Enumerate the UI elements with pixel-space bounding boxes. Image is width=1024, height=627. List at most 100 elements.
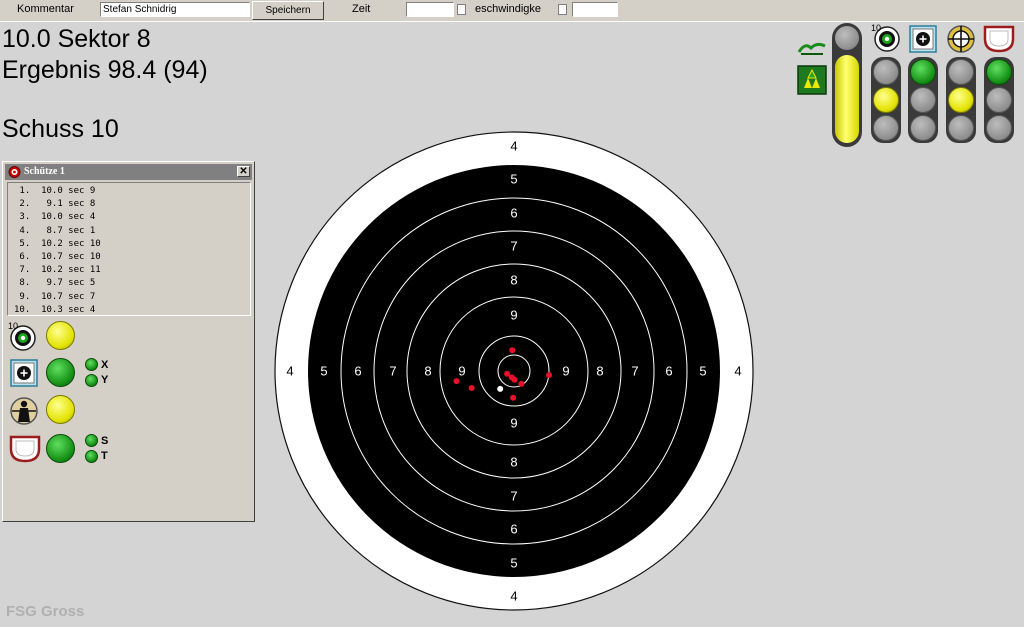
ring-label-9-bottom: 9 — [510, 416, 517, 431]
list-item: 3. 10.0 sec 4 — [14, 212, 96, 223]
shot-hole — [453, 378, 460, 385]
center-lamp — [46, 358, 75, 387]
ring10-lamp — [46, 321, 75, 350]
result-total: Ergebnis 98.4 (94) — [2, 56, 208, 84]
center-target-icon[interactable] — [10, 359, 38, 387]
ring10-light-bottom — [873, 115, 899, 141]
list-item: 4. 8.7 sec 1 — [14, 225, 96, 236]
shield-light-top — [986, 59, 1012, 85]
x-lamp — [85, 358, 98, 371]
ring-label-7-top: 7 — [510, 239, 517, 254]
list-item: 9. 10.7 sec 7 — [14, 291, 96, 302]
shot-value-sector: 10.0 Sektor 8 — [2, 25, 151, 53]
shield-icon[interactable] — [9, 435, 41, 463]
speed-label: eschwindigke — [475, 3, 542, 15]
shield-status-icon[interactable] — [983, 25, 1015, 53]
ring-label-6-right: 6 — [665, 364, 672, 379]
shot-hole — [518, 380, 525, 387]
list-item: 10. 10.3 sec 4 — [14, 304, 96, 315]
shield-traffic-light — [984, 57, 1014, 143]
ring-label-4-left: 4 — [286, 364, 293, 379]
s-lamp — [85, 434, 98, 447]
speed-input[interactable] — [572, 2, 618, 17]
crosshair-light-bottom — [948, 115, 974, 141]
center-light-bottom — [910, 115, 936, 141]
shooter-lamp — [46, 395, 75, 424]
level-gauge — [832, 23, 862, 147]
shooter-panel: Schütze 1 ✕ 1. 10.0 sec 9 2. 9.1 sec 8 3… — [2, 161, 255, 522]
speed-checkbox[interactable] — [558, 4, 567, 15]
list-item: 6. 10.7 sec 10 — [14, 252, 101, 263]
ring-label-9-left: 9 — [458, 364, 465, 379]
shooter-icon[interactable] — [9, 396, 39, 426]
ring10-icon[interactable]: 10 — [8, 321, 38, 351]
list-item: 5. 10.2 sec 10 — [14, 238, 101, 249]
black-aiming-area — [308, 165, 720, 577]
crosshair-status-icon[interactable] — [946, 24, 976, 54]
ring-label-8-bottom: 8 — [510, 455, 517, 470]
kommentar-input[interactable]: Stefan Schnidrig — [100, 2, 250, 17]
ring-label-4-top: 4 — [510, 139, 517, 154]
ring-label-5-top: 5 — [510, 172, 517, 187]
t-label: T — [101, 450, 108, 462]
shooting-target[interactable]: 4 5 6 7 8 9 4 5 6 7 8 9 4 5 6 7 8 9 4 5 … — [272, 129, 756, 613]
shot-list[interactable]: 1. 10.0 sec 9 2. 9.1 sec 8 3. 10.0 sec 4… — [7, 182, 251, 316]
shot-hole — [468, 385, 475, 391]
gauge-top-lamp — [835, 26, 859, 50]
ring-label-8-right: 8 — [596, 364, 603, 379]
shield-lamp — [46, 434, 75, 463]
shield-light-bottom — [986, 115, 1012, 141]
zeit-checkbox[interactable] — [457, 4, 466, 15]
center-status-icon[interactable] — [909, 25, 937, 53]
list-item: 1. 10.0 sec 9 — [14, 186, 96, 196]
x-label: X — [101, 359, 109, 371]
ring-label-8-top: 8 — [510, 273, 517, 288]
ring-label-8-left: 8 — [424, 364, 431, 379]
logo-icon — [797, 42, 826, 55]
crosshair-light-top — [948, 59, 974, 85]
center-light-middle — [910, 87, 936, 113]
ring-label-7-left: 7 — [389, 364, 396, 379]
ring10-traffic-light — [871, 57, 901, 143]
target-app-icon — [8, 166, 21, 178]
ring-label-9-right: 9 — [562, 364, 569, 379]
ring-label-6-bottom: 6 — [510, 522, 517, 537]
status-ring10-badge: 10 — [871, 23, 881, 33]
t-lamp — [85, 450, 98, 463]
zeit-label: Zeit — [352, 3, 371, 15]
shot-hole — [511, 376, 518, 383]
panel-title: Schütze 1 — [24, 166, 65, 177]
list-item: 7. 10.2 sec 11 — [14, 265, 101, 276]
shield-light-middle — [986, 87, 1012, 113]
shot-number: Schuss 10 — [2, 115, 119, 143]
close-icon[interactable]: ✕ — [237, 166, 250, 177]
team-icon[interactable] — [797, 65, 827, 95]
shot-hole — [546, 372, 552, 379]
list-item: 8. 9.7 sec 5 — [14, 278, 96, 289]
panel-titlebar[interactable]: Schütze 1 ✕ — [5, 164, 252, 180]
toolbar: Kommentar Stefan Schnidrig Speichern Zei… — [0, 0, 1024, 22]
zeit-input[interactable] — [406, 2, 454, 17]
ring-label-7-bottom: 7 — [510, 489, 517, 504]
center-light-top — [910, 59, 936, 85]
brand-watermark: FSG Gross — [6, 603, 85, 620]
ring-label-4-bottom: 4 — [510, 589, 517, 604]
s-label: S — [101, 435, 109, 447]
shot-hole — [509, 347, 516, 354]
ring-label-6-left: 6 — [354, 364, 361, 379]
ring-label-5-left: 5 — [320, 364, 327, 379]
ring10-status-icon[interactable]: 10 — [871, 23, 901, 53]
shot-hole — [510, 394, 517, 401]
current-shot-hole — [497, 385, 504, 392]
kommentar-label: Kommentar — [17, 3, 74, 15]
y-lamp — [85, 374, 98, 387]
crosshair-traffic-light — [946, 57, 976, 143]
ring-label-9-top: 9 — [510, 308, 517, 323]
ring10-light-top — [873, 59, 899, 85]
y-label: Y — [101, 374, 109, 386]
speichern-button[interactable]: Speichern — [252, 1, 324, 20]
crosshair-light-middle — [948, 87, 974, 113]
ring-label-4-right: 4 — [734, 364, 741, 379]
ring10-light-middle — [873, 87, 899, 113]
ring-label-6-top: 6 — [510, 206, 517, 221]
